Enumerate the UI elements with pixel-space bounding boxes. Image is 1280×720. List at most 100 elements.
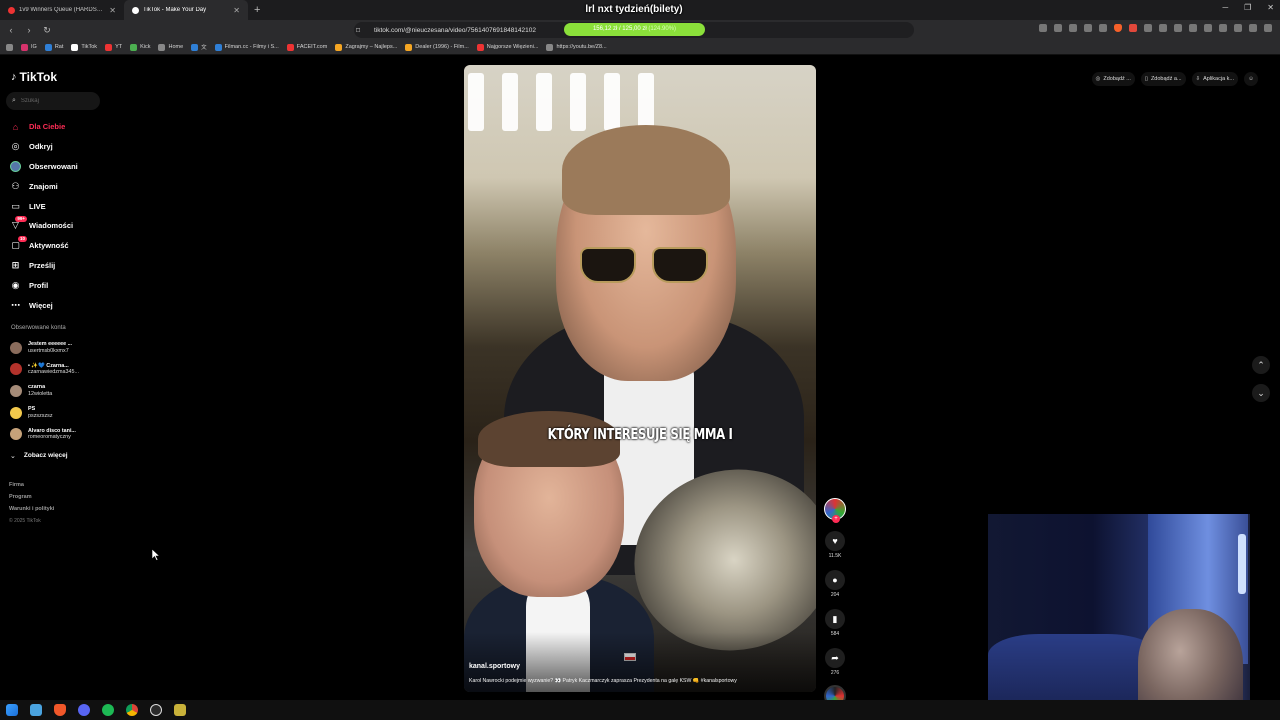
app-icon[interactable] bbox=[174, 704, 186, 716]
followed-account[interactable]: • ✨💙 Czarna... czarnawiedzma345... bbox=[10, 359, 120, 381]
followed-account[interactable]: czarna 12wioletta bbox=[10, 380, 120, 402]
bookmark-item[interactable]: Filman.cc - Filmy i S... bbox=[214, 43, 279, 51]
bookmark-item[interactable]: FACEIT.com bbox=[286, 43, 327, 51]
brave-browser-icon[interactable] bbox=[54, 704, 66, 716]
extension-icon[interactable] bbox=[1159, 24, 1167, 32]
compass-icon: ◎ bbox=[11, 141, 20, 152]
minimize-icon[interactable]: ─ bbox=[1222, 3, 1228, 12]
next-video-button[interactable]: ⌄ bbox=[1252, 384, 1270, 402]
logo-text: TikTok bbox=[19, 70, 58, 84]
account-handle: romeoromatyczny bbox=[28, 434, 71, 441]
close-window-icon[interactable]: ✕ bbox=[1267, 3, 1274, 12]
cast-icon[interactable] bbox=[1054, 24, 1062, 32]
reload-icon[interactable]: ↻ bbox=[40, 25, 54, 36]
chrome-icon[interactable] bbox=[126, 704, 138, 716]
video-figure bbox=[562, 125, 730, 215]
activity-badge: 10 bbox=[17, 236, 27, 243]
video-figure bbox=[580, 247, 708, 285]
search-input[interactable] bbox=[20, 98, 91, 104]
bookmark-item[interactable]: TikTok bbox=[71, 43, 97, 51]
followed-account[interactable]: Alvaro disco tani... romeoromatyczny bbox=[10, 423, 120, 445]
zoom-icon[interactable] bbox=[1084, 24, 1092, 32]
extension-icon[interactable] bbox=[1204, 24, 1212, 32]
desktop-app-button[interactable]: ⇩ Aplikacja k... bbox=[1191, 72, 1238, 86]
sidebar-item-for-you[interactable]: ⌂ Dla Ciebie bbox=[10, 117, 120, 137]
video-player[interactable]: KTÓRY INTERESUJE SIĘ MMA I kanal.sportow… bbox=[464, 65, 816, 692]
bookmark-item[interactable]: Dealer (1996) - Film... bbox=[405, 43, 469, 51]
file-explorer-icon[interactable] bbox=[30, 704, 42, 716]
save-button[interactable]: ▮ 584 bbox=[822, 609, 848, 637]
user-menu-icon[interactable]: ☺ bbox=[1244, 72, 1258, 86]
bookmark-item[interactable]: Zagrajmy – Najleps... bbox=[335, 43, 397, 51]
bookmark-item[interactable]: Rat bbox=[44, 43, 63, 51]
menu-icon[interactable] bbox=[1264, 24, 1272, 32]
get-app-button[interactable]: ▯ Zdobądź a... bbox=[1140, 72, 1186, 86]
share-button[interactable]: ➦ 276 bbox=[822, 648, 848, 676]
bookmark-item[interactable]: https://youtu.be/Z8... bbox=[546, 43, 607, 51]
comment-button[interactable]: ● 204 bbox=[822, 570, 848, 598]
sidebar-footer: Firma Program Warunki i polityki © 2025 … bbox=[9, 479, 54, 527]
video-author[interactable]: kanal.sportowy bbox=[469, 663, 520, 670]
sidebar-item-profile[interactable]: ◉ Profil bbox=[10, 275, 120, 295]
sidebar-item-following[interactable]: Obserwowani bbox=[10, 157, 120, 177]
sidebar-item-live[interactable]: ▭ LIVE bbox=[10, 196, 120, 216]
brave-shield-icon[interactable] bbox=[1114, 24, 1122, 32]
previous-video-button[interactable]: ⌃ bbox=[1252, 356, 1270, 374]
extension-icon[interactable] bbox=[1189, 24, 1197, 32]
reader-icon[interactable] bbox=[1039, 24, 1047, 32]
sidebar-item-more[interactable]: ⋯ Więcej bbox=[10, 295, 120, 315]
spotify-icon[interactable] bbox=[102, 704, 114, 716]
translate-icon[interactable] bbox=[1069, 24, 1077, 32]
sidebar-item-upload[interactable]: ⊞ Prześlij bbox=[10, 256, 120, 276]
share-icon[interactable] bbox=[1099, 24, 1107, 32]
back-icon[interactable]: ‹ bbox=[4, 25, 18, 35]
extension-icon[interactable] bbox=[1174, 24, 1182, 32]
bookmark-item[interactable]: Home bbox=[158, 43, 183, 51]
bookmark-item[interactable]: YT bbox=[105, 43, 122, 51]
wallet-icon[interactable] bbox=[1234, 24, 1242, 32]
youtube-favicon-icon bbox=[8, 6, 15, 14]
sidebar-icon[interactable] bbox=[1219, 24, 1227, 32]
donation-goal-amount: 156,12 zł / 125,00 zł bbox=[592, 26, 647, 32]
sidebar-item-label: Prześlij bbox=[29, 260, 56, 270]
like-button[interactable]: ♥ 11.5K bbox=[822, 531, 848, 559]
account-handle: 12wioletta bbox=[28, 390, 53, 397]
browser-tab[interactable]: 1v9 Winners Queue (HARDSTYLE... ✕ bbox=[0, 0, 124, 20]
bookmark-item[interactable]: 文 bbox=[191, 43, 207, 51]
extension-icon[interactable] bbox=[1144, 24, 1152, 32]
bookmark-item[interactable]: Najgorsze Więzieni... bbox=[476, 43, 538, 51]
followed-account[interactable]: Jestem eeeeee ... usertmsb0kxmx7 bbox=[10, 337, 120, 359]
browser-tab-active[interactable]: TikTok - Make Your Day ✕ bbox=[124, 0, 248, 20]
search-icon: ⌕ bbox=[12, 97, 16, 104]
sidebar-item-friends[interactable]: ⚇ Znajomi bbox=[10, 176, 120, 196]
vpn-icon[interactable] bbox=[1249, 24, 1257, 32]
account-handle: usertmsb0kxmx7 bbox=[28, 347, 69, 354]
get-coins-button[interactable]: ◎ Zdobądź ... bbox=[1091, 72, 1135, 86]
discord-icon[interactable] bbox=[78, 704, 90, 716]
bookmark-item[interactable]: IG bbox=[21, 43, 37, 51]
apps-icon[interactable] bbox=[6, 43, 13, 51]
tiktok-logo[interactable]: ♪ TikTok bbox=[11, 70, 57, 84]
footer-link-terms[interactable]: Warunki i polityki bbox=[9, 503, 54, 515]
sidebar-item-messages[interactable]: ▽ 99+ Wiadomości bbox=[10, 216, 120, 236]
obs-icon[interactable] bbox=[150, 704, 162, 716]
search-box[interactable]: ⌕ bbox=[6, 92, 100, 110]
see-more-button[interactable]: ⌄ Zobacz więcej bbox=[10, 447, 120, 465]
followed-account[interactable]: PS pszszszsz bbox=[10, 402, 120, 424]
bookmark-item[interactable]: Kick bbox=[130, 43, 150, 51]
follow-plus-icon[interactable]: + bbox=[832, 515, 840, 523]
restore-icon[interactable]: ❐ bbox=[1244, 3, 1251, 12]
heart-icon: ♥ bbox=[825, 531, 845, 551]
new-tab-button[interactable]: + bbox=[248, 4, 266, 16]
forward-icon[interactable]: › bbox=[22, 25, 36, 35]
sidebar-item-activity[interactable]: ▢ 10 Aktywność bbox=[10, 236, 120, 256]
sidebar-item-explore[interactable]: ◎ Odkryj bbox=[10, 137, 120, 157]
close-tab-icon[interactable]: ✕ bbox=[233, 6, 240, 15]
brave-rewards-icon[interactable] bbox=[1129, 24, 1137, 32]
footer-link-program[interactable]: Program bbox=[9, 491, 54, 503]
creator-avatar[interactable]: + bbox=[824, 498, 846, 523]
close-tab-icon[interactable]: ✕ bbox=[109, 6, 116, 15]
bookmark-icon[interactable]: ⌑ bbox=[356, 26, 360, 35]
footer-link-company[interactable]: Firma bbox=[9, 479, 54, 491]
start-menu-icon[interactable] bbox=[6, 704, 18, 716]
